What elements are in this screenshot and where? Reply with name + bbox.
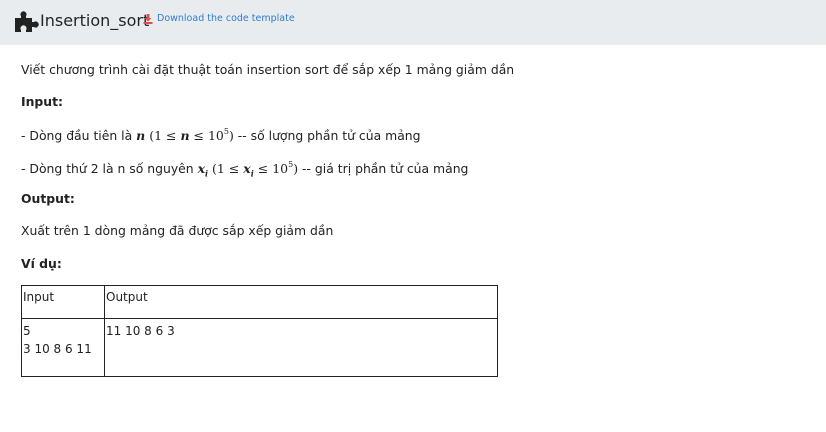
output-line: 11 10 8 6 3 — [106, 324, 175, 338]
input-line-1-suffix: -- số lượng phần tử của mảng — [233, 128, 421, 144]
math-condition-n: (1 ≤ n ≤ 105) — [149, 127, 234, 144]
cond-exp: 5 — [223, 127, 229, 136]
input-line-1-prefix: - Dòng đầu tiên là — [21, 128, 137, 144]
table-row: 5 3 10 8 6 11 11 10 8 6 3 — [21, 318, 498, 377]
input-line: 3 10 8 6 11 — [23, 342, 92, 356]
download-label: Download the code template — [157, 13, 295, 24]
table-cell-output: 11 10 8 6 3 — [104, 318, 498, 377]
math-var-n: n — [136, 128, 146, 144]
page-title: Insertion_sort — [40, 11, 150, 30]
download-icon — [143, 14, 153, 24]
output-description: Xuất trên 1 dòng mảng đã được sắp xếp gi… — [21, 223, 334, 238]
cond-open: (1 ≤ — [212, 161, 244, 177]
input-line-2-prefix: - Dòng thứ 2 là n số nguyên — [21, 161, 198, 177]
input-line: 5 — [23, 324, 31, 338]
math-var-x: xi — [197, 161, 209, 179]
cond-close: ≤ 10 — [189, 128, 224, 144]
download-template-link[interactable]: Download the code template — [143, 12, 295, 26]
table-cell-input: 5 3 10 8 6 11 — [21, 318, 105, 377]
example-heading: Ví dụ: — [21, 256, 62, 271]
input-line-1: - Dòng đầu tiên là n (1 ≤ n ≤ 105) -- số… — [21, 124, 421, 145]
table-header-output: Output — [104, 285, 498, 319]
cond-var: n — [180, 128, 190, 144]
input-line-2: - Dòng thứ 2 là n số nguyên xi (1 ≤ xi ≤… — [21, 157, 468, 183]
table-header-row: Input Output — [21, 285, 498, 319]
cond-close: ≤ 10 — [253, 161, 289, 177]
output-heading: Output: — [21, 191, 75, 206]
puzzle-icon — [15, 11, 39, 32]
header-bar: Insertion_sort Download the code templat… — [0, 0, 826, 45]
var-sub: i — [205, 168, 209, 179]
table-header-input: Input — [21, 285, 105, 319]
cond-exp: 5 — [288, 160, 294, 169]
input-heading: Input: — [21, 94, 63, 109]
cond-open: (1 ≤ — [149, 128, 181, 144]
math-condition-x: (1 ≤ xi ≤ 105) — [212, 160, 298, 179]
cond-var: x — [243, 161, 251, 177]
var-x: x — [197, 161, 206, 177]
input-line-2-suffix: -- giá trị phần tử của mảng — [298, 161, 469, 177]
problem-description: Viết chương trình cài đặt thuật toán ins… — [21, 62, 515, 77]
example-table: Input Output 5 3 10 8 6 11 11 10 8 6 3 — [21, 285, 498, 377]
